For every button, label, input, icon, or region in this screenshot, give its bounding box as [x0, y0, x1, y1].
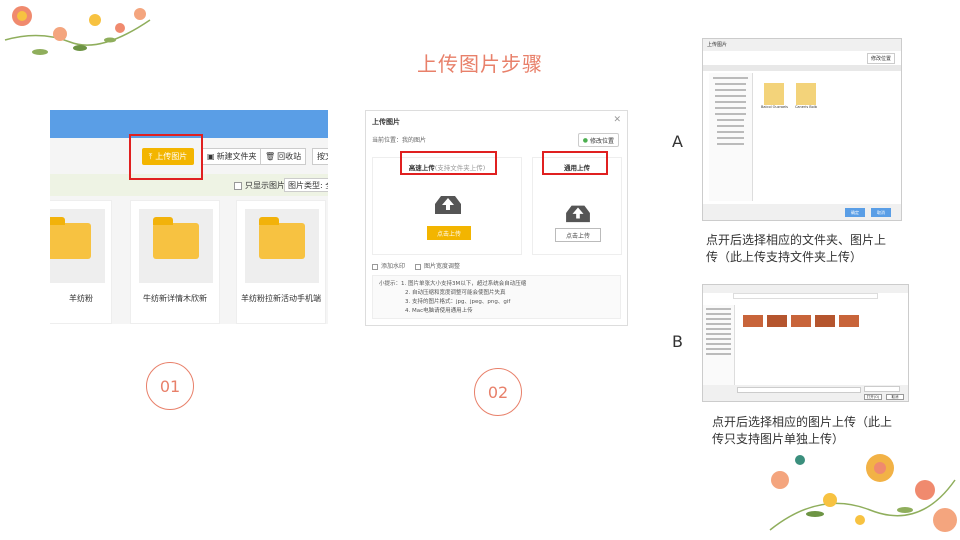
slide: 上传图片步骤 ⤒ 上传图片 ▣ 新建文件夹 🗑 回收站 按文 只显示图片	[0, 0, 960, 540]
path-bar	[733, 293, 878, 299]
folder-card[interactable]: 牛纺新详情木欣新	[130, 200, 220, 324]
folder-card[interactable]: 羊纺粉	[50, 200, 112, 324]
fast-upload-button[interactable]: 点击上传	[427, 226, 471, 240]
image-thumb[interactable]	[743, 315, 763, 327]
option-a-letter: A	[672, 132, 683, 151]
upload-tray-icon	[566, 205, 590, 223]
location-label: 当前位置：我的图片	[372, 137, 427, 144]
image-thumb[interactable]	[791, 315, 811, 327]
upload-tips: 小提示：1. 图片单张大小支持3M以下，超过系统会自动压缩 2. 自动压缩和宽度…	[372, 275, 621, 319]
highlight-fast-upload	[400, 151, 497, 175]
upload-tray-icon	[435, 196, 461, 214]
image-thumb[interactable]	[839, 315, 859, 327]
option-b-caption: 点开后选择相应的图片上传（此上传只支持图片单独上传）	[712, 415, 893, 446]
filename-input[interactable]	[737, 387, 861, 393]
ok-button[interactable]: 确定	[845, 208, 865, 217]
cancel-button[interactable]: 取消	[871, 208, 891, 217]
folder-plus-icon: ▣	[207, 152, 215, 161]
checkbox-icon	[414, 263, 421, 270]
only-images-checkbox[interactable]: 只显示图片	[234, 180, 285, 191]
upload-options: 添加水印 图片宽度调整	[372, 261, 460, 270]
folder-icon	[153, 217, 199, 259]
folder-icon	[764, 83, 784, 105]
option-a-folder-dialog: 上传图片 修改位置 Baicol Ouzroeis Caneris Bolb 确…	[702, 38, 902, 221]
folder-tree[interactable]	[709, 73, 753, 201]
step2-upload-dialog: 上传图片 ✕ 当前位置：我的图片 ● 修改位置 高速上传(支持文件夹上传) 点击…	[365, 110, 628, 326]
sort-button[interactable]: 按文	[312, 148, 328, 165]
folder-name: 羊纺粉	[69, 294, 93, 303]
flower-decoration-top-left	[4, 6, 151, 55]
step-number-01: 01	[146, 362, 194, 410]
change-location-button[interactable]: 修改位置	[866, 53, 895, 64]
location-pin-icon: ●	[582, 136, 588, 144]
cancel-button[interactable]: 取消	[886, 394, 904, 400]
change-location-button[interactable]: ● 修改位置	[577, 133, 619, 147]
folder-item[interactable]: Caneris Bolb	[793, 83, 819, 119]
checkbox-icon	[234, 181, 242, 190]
option-b-letter: B	[672, 332, 683, 351]
folder-icon	[796, 83, 816, 105]
resize-checkbox[interactable]: 图片宽度调整	[414, 263, 460, 270]
image-type-select[interactable]: 图片类型: 全	[284, 178, 328, 192]
folder-icon	[259, 217, 305, 259]
folder-name: 牛纺新详情木欣新	[143, 294, 207, 303]
option-a-caption: 点开后选择相应的文件夹、图片上传（此上传支持文件夹上传）	[706, 233, 887, 264]
close-icon[interactable]: ✕	[613, 115, 621, 125]
new-folder-button[interactable]: ▣ 新建文件夹	[202, 148, 262, 165]
folder-name: 羊纺粉拉新活动手机端	[241, 294, 321, 303]
nav-pane[interactable]	[703, 305, 735, 385]
highlight-upload-button	[129, 134, 203, 180]
folder-icon	[50, 217, 91, 259]
flower-decoration-bottom-right	[769, 454, 957, 532]
filetype-select[interactable]	[864, 386, 900, 392]
dialog-title: 上传图片	[703, 39, 901, 51]
image-thumb[interactable]	[767, 315, 787, 327]
folder-card[interactable]: 羊纺粉拉新活动手机端	[236, 200, 326, 324]
highlight-normal-upload	[542, 151, 608, 175]
open-button[interactable]: 打开(O)	[864, 394, 882, 400]
recycle-bin-button[interactable]: 🗑 回收站	[260, 148, 307, 165]
trash-icon: 🗑	[265, 152, 276, 161]
step-number-02: 02	[474, 368, 522, 416]
image-thumb[interactable]	[815, 315, 835, 327]
checkbox-icon	[372, 263, 378, 270]
option-b-file-dialog: 打开(O) 取消	[702, 284, 909, 402]
folder-item[interactable]: Baicol Ouzroeis	[761, 83, 788, 119]
watermark-checkbox[interactable]: 添加水印	[372, 263, 405, 270]
dialog-title: 上传图片	[372, 118, 400, 126]
normal-upload-button[interactable]: 点击上传	[555, 228, 601, 242]
page-title: 上传图片步骤	[417, 52, 543, 76]
